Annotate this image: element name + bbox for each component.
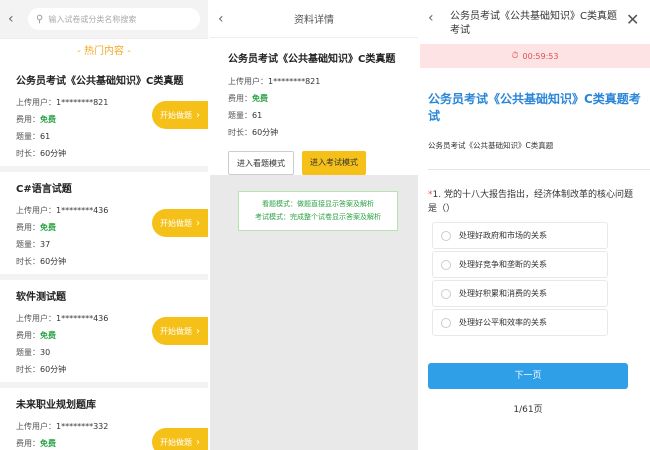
count-label: 题量： <box>16 348 40 357</box>
fee-value: 免费 <box>40 439 56 448</box>
fee-label: 费用： <box>16 331 40 340</box>
timer-bar: ⏱ 00:59:53 <box>420 44 650 68</box>
uploader-label: 上传用户： <box>16 314 56 323</box>
start-button[interactable]: 开始做题 › <box>152 428 208 450</box>
chevron-right-icon: › <box>196 436 200 448</box>
count-label: 题量： <box>16 132 40 141</box>
radio-button[interactable] <box>441 230 451 241</box>
next-page-button[interactable]: 下一页 <box>428 363 628 389</box>
fee-value: 免费 <box>40 223 56 232</box>
radio-button[interactable] <box>441 288 451 299</box>
list-item[interactable]: C#语言试题 上传用户：1********436 费用：免费 题量：37 时长：… <box>0 172 208 274</box>
exam-screen: ‹ 公务员考试《公共基础知识》C类真题考试 ✕ ⏱ 00:59:53 公务员考试… <box>420 0 650 450</box>
detail-footer-area: 看题模式：做题直接显示答案及解析 考试模式：完成整个试卷显示答案及解析 <box>210 175 418 450</box>
stopwatch-icon: ⏱ <box>511 51 519 61</box>
start-button[interactable]: 开始做题 › <box>152 101 208 129</box>
count-label: 题量： <box>228 111 252 120</box>
page-indicator: 1/61页 <box>513 405 543 415</box>
count-value: 61 <box>252 111 263 120</box>
detail-title: 公务员考试《公共基础知识》C类真题 <box>228 54 396 65</box>
chevron-right-icon: › <box>196 325 200 337</box>
duration-value: 60分钟 <box>40 257 67 266</box>
timer-value: 00:59:53 <box>522 51 559 61</box>
uploader-value: 1********436 <box>56 314 109 323</box>
browse-mode-button[interactable]: 进入看题模式 <box>228 151 294 175</box>
fee-value: 免费 <box>40 331 56 340</box>
list-item[interactable]: 软件测试题 上传用户：1********436 费用：免费 题量：30 时长：6… <box>0 280 208 382</box>
uploader-value: 1********821 <box>56 98 109 107</box>
hot-content-title: - 热门内容 - <box>0 38 208 64</box>
uploader-label: 上传用户： <box>16 206 56 215</box>
answer-option[interactable]: 处理好竞争和垄断的关系 <box>432 251 608 278</box>
list-header: ‹ ⚲ 输入试卷或分类名称搜索 <box>0 0 208 38</box>
uploader-label: 上传用户： <box>16 422 56 431</box>
fee-label: 费用： <box>16 439 40 448</box>
count-value: 61 <box>40 132 51 141</box>
item-title: 公务员考试《公共基础知识》C类真题 <box>16 76 184 87</box>
back-arrow-icon[interactable]: ‹ <box>218 11 232 27</box>
uploader-value: 1********332 <box>56 422 109 431</box>
exam-title: 公务员考试《公共基础知识》C类真题考试 <box>428 92 641 123</box>
exam-header-title: 公务员考试《公共基础知识》C类真题考试 <box>450 11 617 36</box>
list-screen: ‹ ⚲ 输入试卷或分类名称搜索 - 热门内容 - 公务员考试《公共基础知识》C类… <box>0 0 208 450</box>
item-title: C#语言试题 <box>16 184 72 195</box>
duration-label: 时长： <box>16 257 40 266</box>
chevron-right-icon: › <box>196 109 200 121</box>
exam-mode-button[interactable]: 进入考试模式 <box>302 151 366 175</box>
item-title: 软件测试题 <box>16 292 66 303</box>
start-button[interactable]: 开始做题 › <box>152 209 208 237</box>
fee-value: 免费 <box>252 94 268 103</box>
count-label: 题量： <box>16 240 40 249</box>
list-item[interactable]: 未来职业规划题库 上传用户：1********332 费用：免费 开始做题 › <box>0 388 208 450</box>
duration-label: 时长： <box>16 365 40 374</box>
uploader-value: 1********436 <box>56 206 109 215</box>
detail-header: ‹ 资料详情 <box>210 0 418 38</box>
duration-value: 60分钟 <box>252 128 279 137</box>
duration-label: 时长： <box>228 128 252 137</box>
radio-button[interactable] <box>441 259 451 270</box>
divider <box>428 169 650 170</box>
start-button[interactable]: 开始做题 › <box>152 317 208 345</box>
count-value: 37 <box>40 240 51 249</box>
uploader-label: 上传用户： <box>16 98 56 107</box>
search-placeholder: 输入试卷或分类名称搜索 <box>48 14 137 24</box>
duration-label: 时长： <box>16 149 40 158</box>
detail-screen: ‹ 资料详情 公务员考试《公共基础知识》C类真题 上传用户：1********8… <box>210 0 418 450</box>
item-title: 未来职业规划题库 <box>16 400 96 411</box>
exam-subtitle: 公务员考试《公共基础知识》C类真题 <box>428 141 554 150</box>
back-arrow-icon[interactable]: ‹ <box>428 10 442 26</box>
exam-header: ‹ 公务员考试《公共基础知识》C类真题考试 ✕ <box>420 0 650 44</box>
detail-header-title: 资料详情 <box>294 15 334 26</box>
option-list: 处理好政府和市场的关系 处理好竞争和垄断的关系 处理好积累和消费的关系 处理好公… <box>432 222 608 336</box>
uploader-label: 上传用户： <box>228 77 268 86</box>
fee-label: 费用： <box>16 223 40 232</box>
fee-label: 费用： <box>228 94 252 103</box>
mode-tips: 看题模式：做题直接显示答案及解析 考试模式：完成整个试卷显示答案及解析 <box>238 191 398 231</box>
radio-button[interactable] <box>441 317 451 328</box>
question-text: *1. 党的十八大报告指出，经济体制改革的核心问题是（） <box>428 190 633 214</box>
tip-exam: 考试模式：完成整个试卷显示答案及解析 <box>255 213 381 221</box>
fee-value: 免费 <box>40 115 56 124</box>
search-input[interactable]: ⚲ 输入试卷或分类名称搜索 <box>28 8 200 30</box>
tip-browse: 看题模式：做题直接显示答案及解析 <box>262 200 374 208</box>
chevron-right-icon: › <box>196 217 200 229</box>
answer-option[interactable]: 处理好积累和消费的关系 <box>432 280 608 307</box>
uploader-value: 1********821 <box>268 77 321 86</box>
search-icon: ⚲ <box>36 13 44 25</box>
close-icon[interactable]: ✕ <box>626 10 642 29</box>
list-item[interactable]: 公务员考试《公共基础知识》C类真题 上传用户：1********821 费用：免… <box>0 64 208 166</box>
count-value: 30 <box>40 348 51 357</box>
answer-option[interactable]: 处理好政府和市场的关系 <box>432 222 608 249</box>
fee-label: 费用： <box>16 115 40 124</box>
back-arrow-icon[interactable]: ‹ <box>8 11 22 27</box>
duration-value: 60分钟 <box>40 149 67 158</box>
duration-value: 60分钟 <box>40 365 67 374</box>
answer-option[interactable]: 处理好公平和效率的关系 <box>432 309 608 336</box>
